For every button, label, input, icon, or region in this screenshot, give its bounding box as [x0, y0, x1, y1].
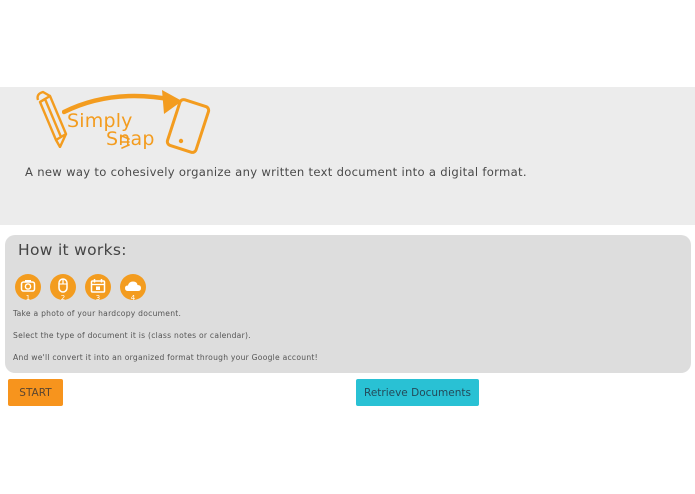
how-it-works-panel: How it works: 1 2 3 4 Take a photo of yo… — [5, 235, 691, 373]
logo-text-snap: Snap — [106, 128, 155, 150]
simply-snap-logo: Simply Snap — [34, 90, 214, 154]
phone-icon — [165, 98, 211, 154]
step-2-mouse-icon: 2 — [50, 274, 76, 302]
hero-tagline: A new way to cohesively organize any wri… — [25, 165, 527, 179]
step-description-3: And we'll convert it into an organized f… — [13, 353, 318, 362]
hero-banner: Simply Snap A new way to cohesively orga… — [0, 87, 695, 225]
step-description-1: Take a photo of your hardcopy document. — [13, 309, 182, 318]
step-description-2: Select the type of document it is (class… — [13, 331, 251, 340]
step-2-number: 2 — [60, 294, 66, 302]
step-1-number: 1 — [25, 294, 31, 302]
step-4-cloud-icon: 4 — [120, 274, 146, 302]
step-1-camera-icon: 1 — [15, 274, 41, 302]
step-4-number: 4 — [130, 294, 136, 302]
step-3-number: 3 — [95, 294, 101, 302]
start-button[interactable]: START — [8, 379, 63, 406]
step-3-calendar-icon: 3 — [85, 274, 111, 302]
how-it-works-title: How it works: — [18, 241, 127, 259]
retrieve-documents-button[interactable]: Retrieve Documents — [356, 379, 479, 406]
